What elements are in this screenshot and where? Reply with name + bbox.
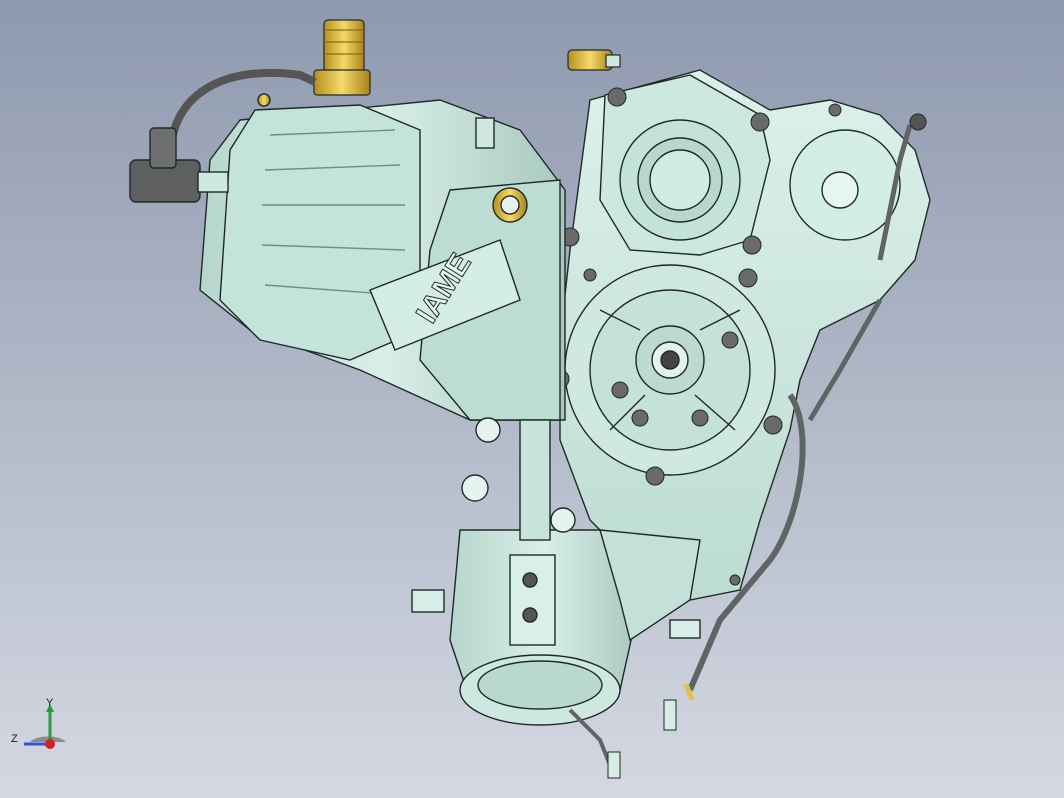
coolant-fitting-top — [313, 19, 371, 96]
coolant-fitting-right — [567, 49, 621, 71]
cylinder-assembly — [199, 99, 566, 502]
x-axis-icon — [45, 739, 55, 749]
cad-viewport[interactable]: IAME Y Z — [0, 0, 1064, 798]
triad-y-label: Y — [46, 697, 54, 709]
triad-z-label: Z — [11, 733, 18, 745]
coordinate-triad — [24, 704, 66, 749]
crankcase — [559, 69, 931, 601]
engine-3d-model[interactable]: IAME — [0, 0, 1064, 798]
